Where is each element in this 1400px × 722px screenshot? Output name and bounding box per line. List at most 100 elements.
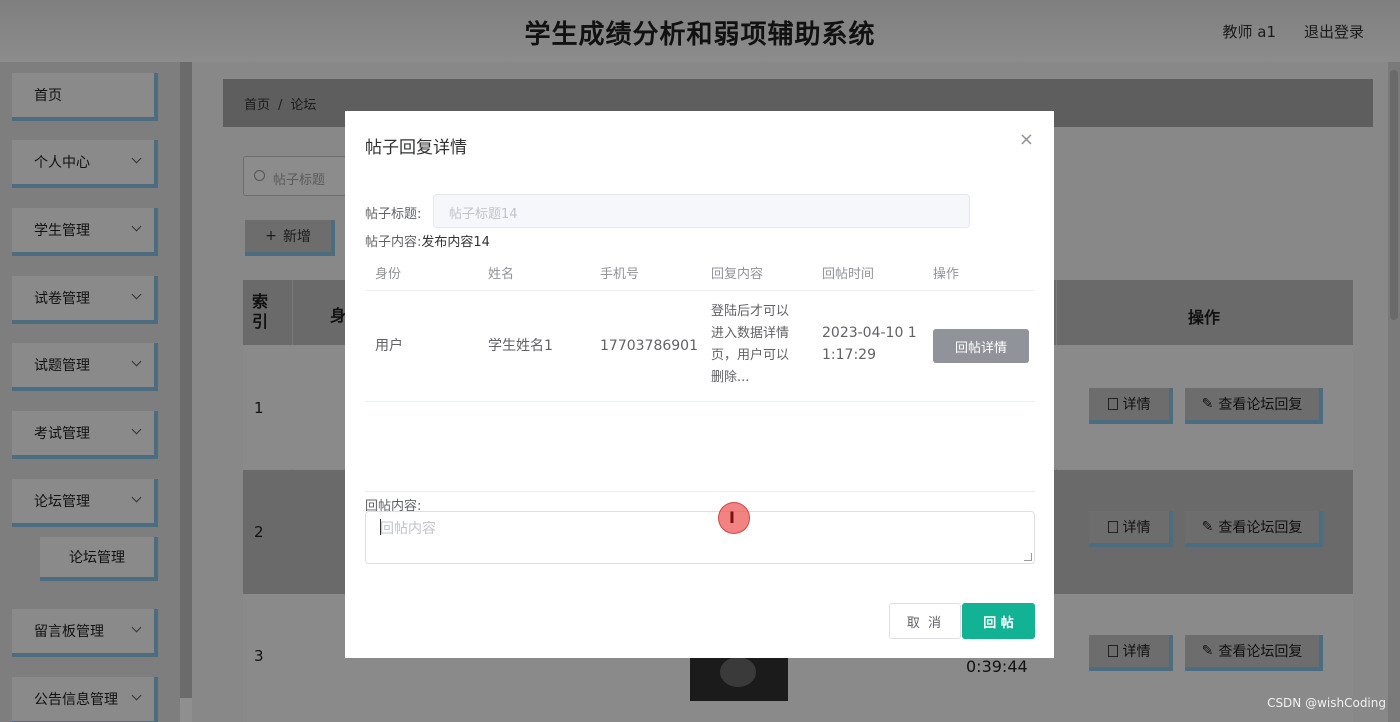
row-time: 0:39:44 bbox=[966, 657, 1028, 676]
sidebar-item-label: 学生管理 bbox=[34, 223, 90, 239]
view-replies-label: 查看论坛回复 bbox=[1218, 397, 1303, 413]
add-button-label: 新增 bbox=[282, 229, 311, 245]
sidebar-subitem-forum-manage[interactable]: 论坛管理 bbox=[40, 537, 158, 581]
sidebar-item-students[interactable]: 学生管理 bbox=[12, 208, 158, 256]
table-header-actions: 操作 bbox=[1188, 308, 1221, 327]
search-icon bbox=[254, 170, 265, 181]
dialog-title: 帖子回复详情 bbox=[365, 138, 467, 158]
sidebar-item-notices[interactable]: 公告信息管理 bbox=[12, 677, 158, 722]
chevron-down-icon bbox=[131, 622, 142, 633]
breadcrumb-current: 论坛 bbox=[290, 98, 317, 113]
sidebar-scrollbar[interactable] bbox=[180, 62, 192, 698]
column-header: 身份 bbox=[375, 267, 402, 282]
reply-detail-button[interactable]: 回帖详情 bbox=[933, 329, 1029, 363]
sidebar-item-label: 留言板管理 bbox=[34, 624, 104, 640]
post-content-label: 帖子内容: bbox=[365, 235, 422, 250]
breadcrumb-home[interactable]: 首页 bbox=[244, 98, 270, 113]
sidebar-item-home[interactable]: 首页 bbox=[12, 73, 158, 121]
add-button[interactable]: + 新增 bbox=[245, 220, 335, 256]
edit-icon: ✎ bbox=[1201, 396, 1214, 412]
detail-button[interactable]: 详情 bbox=[1089, 635, 1173, 671]
chevron-down-icon bbox=[131, 153, 142, 164]
view-replies-label: 查看论坛回复 bbox=[1218, 644, 1303, 660]
cursor-indicator: I bbox=[718, 502, 750, 534]
document-icon bbox=[1107, 645, 1118, 657]
sidebar-item-forum[interactable]: 论坛管理 bbox=[12, 479, 158, 527]
chevron-down-icon bbox=[131, 356, 142, 367]
chevron-down-icon bbox=[131, 221, 142, 232]
table-row: 用户 学生姓名1 17703786901 登陆后才可以进入数据详情页，用户可以删… bbox=[365, 291, 1035, 402]
reply-phone: 17703786901 bbox=[600, 338, 698, 354]
post-title-value: 帖子标题14 bbox=[449, 207, 518, 222]
column-header: 回复内容 bbox=[711, 267, 764, 282]
reply-table-header: 身份 姓名 手机号 回复内容 回帖时间 操作 bbox=[365, 251, 1035, 291]
plus-icon: + bbox=[265, 228, 277, 244]
document-icon bbox=[1107, 521, 1118, 533]
post-content: 帖子内容:发布内容14 bbox=[365, 231, 490, 250]
chevron-down-icon bbox=[131, 690, 142, 701]
document-icon bbox=[1107, 398, 1118, 410]
view-replies-label: 查看论坛回复 bbox=[1218, 520, 1303, 536]
cancel-button[interactable]: 取 消 bbox=[889, 603, 961, 639]
watermark: CSDN @wishCoding bbox=[1267, 696, 1386, 710]
chevron-down-icon bbox=[131, 289, 142, 300]
reply-textarea[interactable]: 回帖内容 bbox=[365, 511, 1035, 564]
column-header: 手机号 bbox=[600, 267, 640, 282]
row-index: 1 bbox=[254, 399, 264, 417]
post-thumbnail bbox=[690, 655, 788, 701]
edit-icon: ✎ bbox=[1201, 519, 1214, 535]
post-title-label: 帖子标题: bbox=[365, 207, 422, 222]
reply-content: 登陆后才可以进入数据详情页，用户可以删除... bbox=[711, 304, 790, 385]
column-header: 姓名 bbox=[488, 267, 515, 282]
row-index: 2 bbox=[254, 523, 264, 541]
sidebar-item-label: 首页 bbox=[34, 88, 62, 104]
user-name[interactable]: 教师 a1 bbox=[1222, 21, 1276, 42]
column-header: 操作 bbox=[933, 267, 960, 282]
reply-role: 用户 bbox=[375, 338, 403, 354]
view-replies-button[interactable]: ✎ 查看论坛回复 bbox=[1185, 388, 1323, 424]
table-header-index: 索引 bbox=[252, 292, 269, 331]
breadcrumb: 首页 / 论坛 bbox=[244, 94, 316, 113]
sidebar-item-label: 公告信息管理 bbox=[34, 692, 118, 708]
row-index: 3 bbox=[254, 647, 264, 665]
sidebar-item-papers[interactable]: 试卷管理 bbox=[12, 276, 158, 324]
detail-button-label: 详情 bbox=[1122, 520, 1151, 536]
sidebar-item-label: 论坛管理 bbox=[69, 550, 125, 566]
column-header: 回帖时间 bbox=[822, 267, 875, 282]
sidebar-item-label: 论坛管理 bbox=[34, 494, 90, 510]
view-replies-button[interactable]: ✎ 查看论坛回复 bbox=[1185, 635, 1323, 671]
app-title: 学生成绩分析和弱项辅助系统 bbox=[524, 20, 876, 50]
post-content-value: 发布内容14 bbox=[421, 235, 490, 250]
sidebar-item-questions[interactable]: 试题管理 bbox=[12, 343, 158, 391]
detail-button[interactable]: 详情 bbox=[1089, 388, 1173, 424]
sidebar-item-label: 试题管理 bbox=[34, 358, 90, 374]
submit-reply-button[interactable]: 回 帖 bbox=[962, 603, 1035, 639]
reply-detail-dialog: 帖子回复详情 × 帖子标题: 帖子标题14 帖子内容:发布内容14 身份 姓名 … bbox=[345, 111, 1054, 658]
page-scrollbar[interactable] bbox=[1388, 62, 1400, 722]
post-title-field: 帖子标题14 bbox=[433, 194, 970, 228]
resize-handle[interactable] bbox=[1024, 553, 1032, 561]
text-cursor-icon: I bbox=[729, 508, 735, 527]
chevron-down-icon bbox=[131, 492, 142, 503]
edit-icon: ✎ bbox=[1201, 643, 1214, 659]
search-placeholder: 帖子标题 bbox=[273, 173, 326, 188]
breadcrumb-separator: / bbox=[278, 98, 283, 113]
detail-button-label: 详情 bbox=[1122, 644, 1151, 660]
sidebar-item-label: 考试管理 bbox=[34, 426, 90, 442]
close-icon[interactable]: × bbox=[1019, 129, 1034, 150]
sidebar-item-messages[interactable]: 留言板管理 bbox=[12, 609, 158, 657]
sidebar-item-label: 试卷管理 bbox=[34, 291, 90, 307]
table-header-identity: 身 bbox=[330, 306, 347, 325]
reply-time: 2023-04-10 11:17:29 bbox=[822, 325, 917, 363]
sidebar-item-exams[interactable]: 考试管理 bbox=[12, 411, 158, 459]
sidebar-item-profile[interactable]: 个人中心 bbox=[12, 140, 158, 188]
detail-button-label: 详情 bbox=[1122, 397, 1151, 413]
chevron-down-icon bbox=[131, 424, 142, 435]
avatar bbox=[720, 657, 756, 687]
logout-link[interactable]: 退出登录 bbox=[1304, 21, 1364, 42]
divider bbox=[365, 491, 1035, 492]
reply-name: 学生姓名1 bbox=[488, 338, 553, 354]
scrollbar-thumb[interactable] bbox=[1390, 70, 1398, 320]
detail-button[interactable]: 详情 bbox=[1089, 511, 1173, 547]
view-replies-button[interactable]: ✎ 查看论坛回复 bbox=[1185, 511, 1323, 547]
